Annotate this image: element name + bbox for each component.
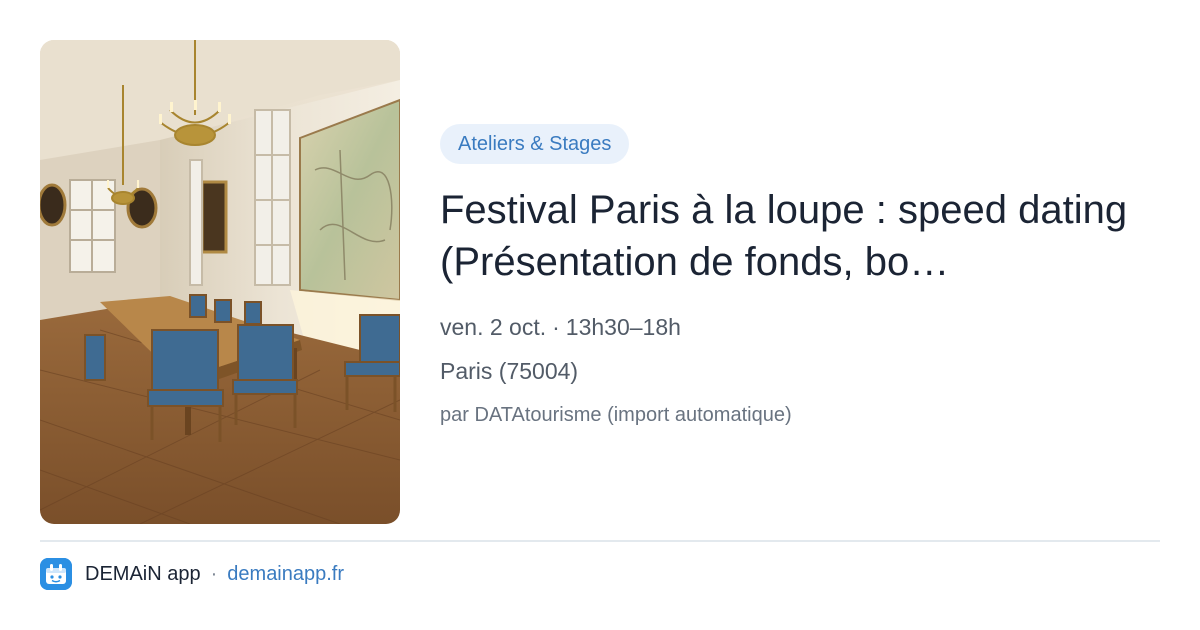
footer: DEMAiN app · demainapp.fr (40, 558, 344, 590)
footer-divider (40, 540, 1160, 542)
event-location: Paris (75004) (440, 358, 579, 384)
room-illustration (40, 40, 400, 524)
demain-app-logo-icon (40, 558, 72, 590)
event-info: Ateliers & Stages Festival Paris à la lo… (440, 124, 1160, 430)
app-url-link[interactable]: demainapp.fr (227, 563, 344, 586)
footer-separator: · (210, 562, 218, 585)
app-name: DEMAiN app (85, 562, 201, 585)
event-preview-card[interactable]: Ateliers & Stages Festival Paris à la lo… (0, 0, 1200, 630)
event-photo (40, 40, 400, 524)
datetime-separator: · (552, 314, 560, 340)
event-title[interactable]: Festival Paris à la loupe : speed dating… (440, 184, 1160, 288)
event-date: ven. 2 oct. (440, 314, 547, 340)
event-datetime: ven. 2 oct. · 13h30–18h (440, 312, 1160, 342)
event-time: 13h30–18h (565, 314, 681, 340)
event-source: par DATAtourisme (import automatique) (440, 404, 792, 426)
category-badge[interactable]: Ateliers & Stages (440, 124, 630, 164)
event-meta: ven. 2 oct. · 13h30–18h Paris (75004) par … (440, 312, 1160, 430)
